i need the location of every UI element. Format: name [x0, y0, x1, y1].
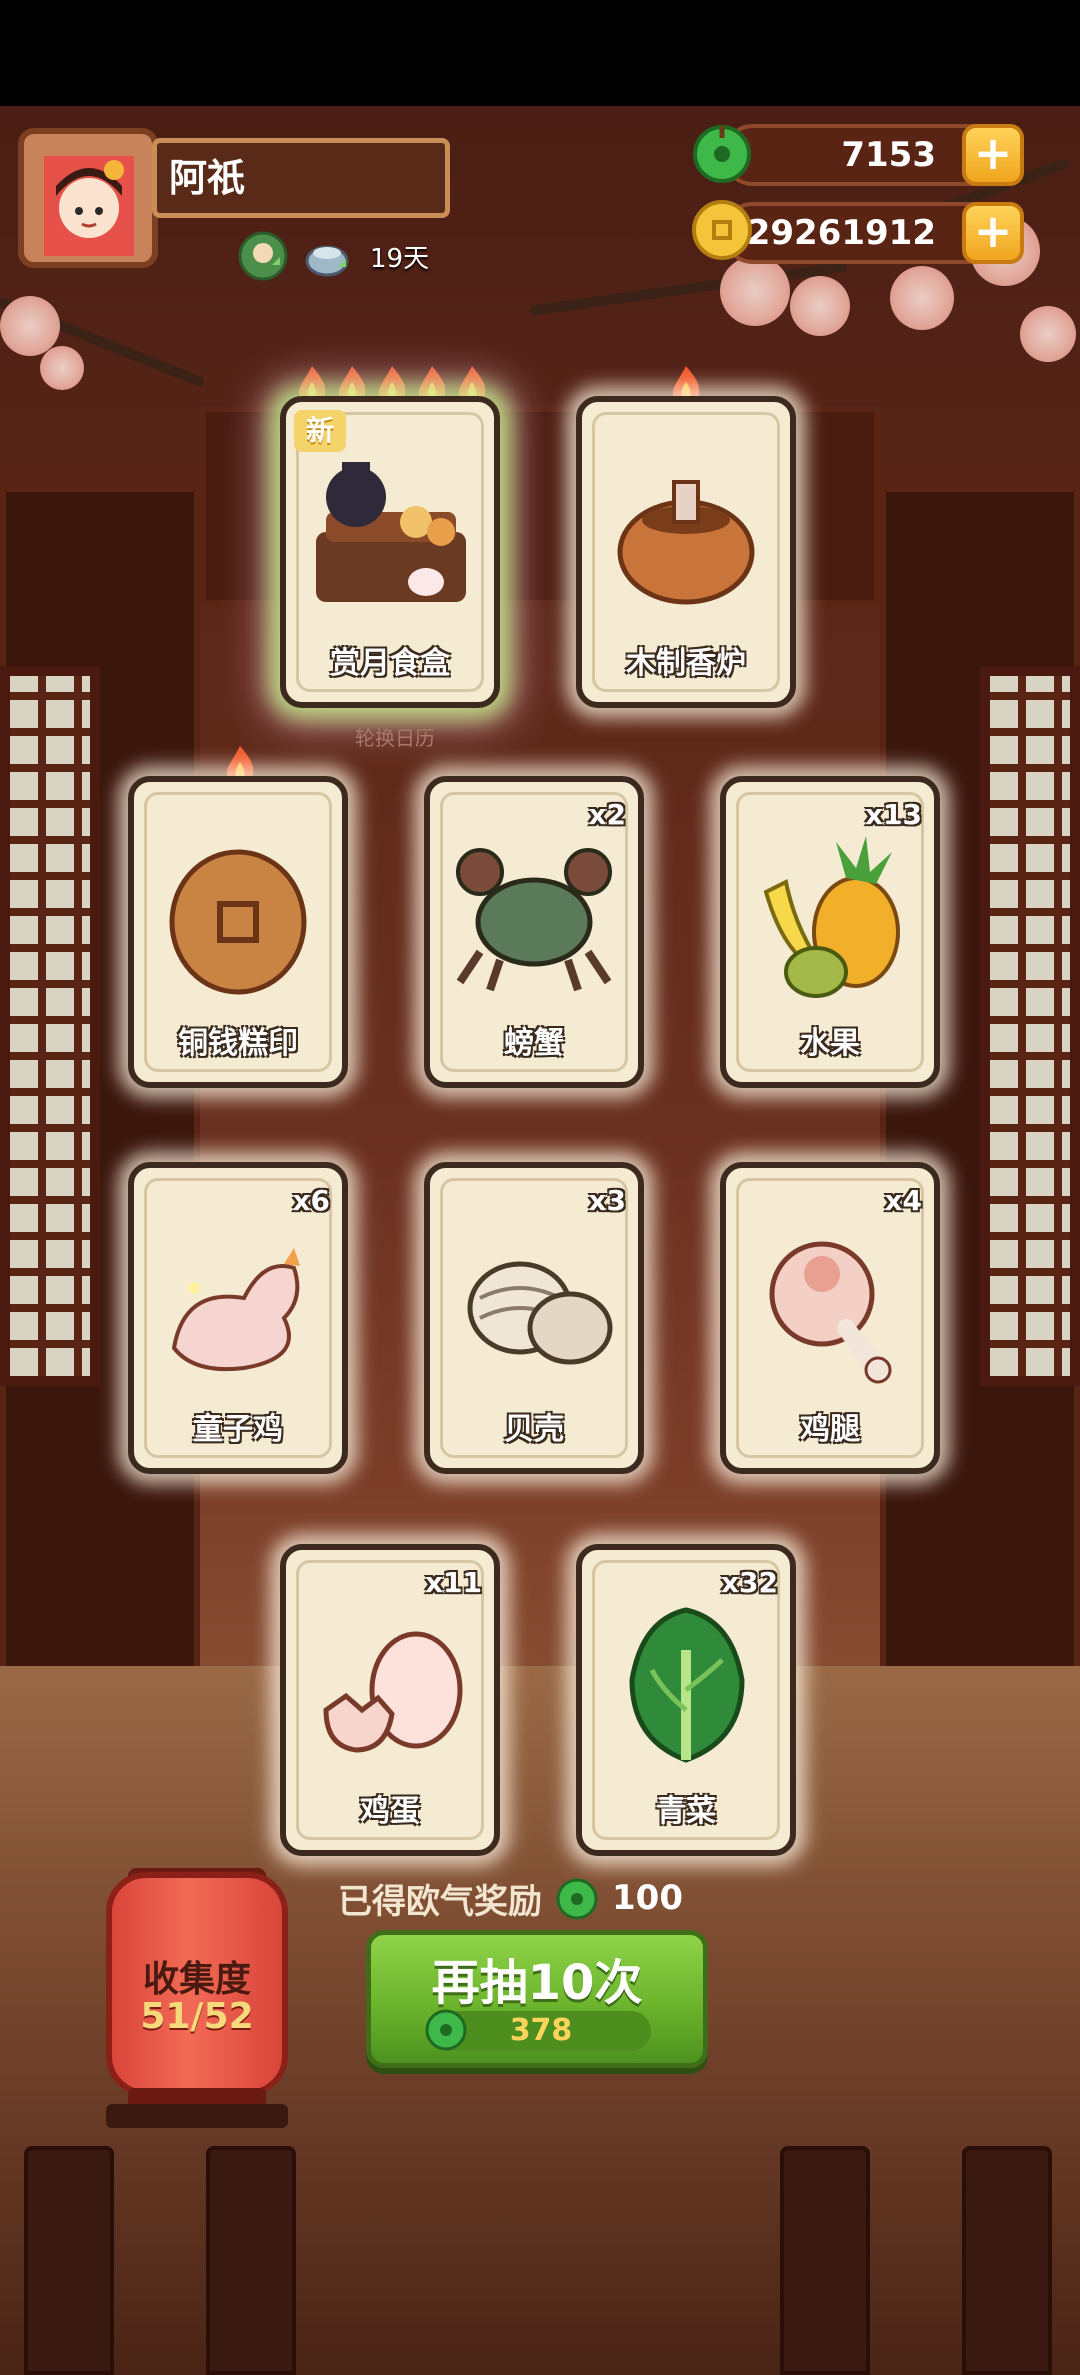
card-egg[interactable]: x11 鸡蛋 [280, 1544, 500, 1856]
player-avatar[interactable] [18, 128, 158, 268]
add-gold-button[interactable]: + [962, 202, 1024, 264]
player-status-row: 19天 [238, 228, 429, 284]
card-label: 贝壳 [504, 1412, 564, 1447]
collection-title: 收集度 [142, 1959, 251, 2000]
fence-post [24, 2146, 114, 2375]
card-greens[interactable]: x32 青菜 [576, 1544, 796, 1856]
egg-icon [323, 1631, 463, 1753]
card-label: 木制香炉 [626, 646, 746, 681]
card-label: 童子鸡 [193, 1412, 283, 1447]
blossom [40, 346, 84, 390]
gold-coin-icon [692, 200, 752, 260]
blossom [790, 276, 850, 336]
card-label: 鸡腿 [800, 1412, 860, 1447]
avatar-character-icon [44, 156, 134, 256]
card-label: 鸡蛋 [360, 1794, 420, 1829]
blossom [890, 266, 954, 330]
greens-icon [629, 1607, 745, 1763]
wooden-incense-burner-icon [617, 480, 755, 605]
character-badge-icon[interactable] [238, 231, 288, 281]
jade-value: 7153 [841, 135, 936, 175]
fruit-icon [763, 836, 900, 998]
gold-value: 29261912 [746, 213, 936, 253]
coin-cake-mold-icon [169, 849, 307, 995]
jade-coin-icon [425, 2009, 467, 2051]
card-label: 螃蟹 [504, 1026, 564, 1061]
mooncake-food-box-icon [316, 462, 466, 602]
days-counter: 19天 [370, 243, 430, 274]
draw-again-button[interactable]: 再抽10次 378 [366, 1930, 708, 2068]
pot-badge-icon[interactable] [302, 231, 352, 281]
card-shell[interactable]: x3 贝壳 [424, 1162, 644, 1474]
fence-post [780, 2146, 870, 2375]
crab-icon [456, 848, 612, 992]
fence-post [962, 2146, 1052, 2375]
left-window [0, 666, 100, 1386]
draw-again-label: 再抽10次 [431, 1955, 643, 2011]
chicken-leg-icon [769, 1241, 892, 1384]
card-coin-cake-mold[interactable]: 铜钱糕印 [128, 776, 348, 1088]
card-spring-chicken[interactable]: x6 童子鸡 [128, 1162, 348, 1474]
card-label: 水果 [800, 1026, 860, 1061]
blossom [720, 256, 790, 326]
blossom [1020, 306, 1076, 362]
card-label: 青菜 [656, 1794, 716, 1829]
card-chicken-leg[interactable]: x4 鸡腿 [720, 1162, 940, 1474]
fence-post [206, 2146, 296, 2375]
spring-chicken-icon [171, 1248, 300, 1372]
collection-value: 51/52 [140, 1996, 254, 2037]
reward-label: 已得欧气奖励 [338, 1881, 542, 1922]
right-window [980, 666, 1080, 1386]
card-wooden-incense-burner[interactable]: 木制香炉 [576, 396, 796, 708]
reward-amount: 100 [612, 1878, 683, 1918]
card-label: 赏月食盒 [330, 646, 450, 681]
jade-coin-icon [693, 125, 751, 183]
jade-coin-icon [556, 1878, 598, 1920]
player-name: 阿祇 [152, 138, 450, 218]
card-label: 铜钱糕印 [178, 1026, 298, 1061]
add-jade-button[interactable]: + [962, 124, 1024, 186]
card-fruit[interactable]: x13 水果 [720, 776, 940, 1088]
card-crab[interactable]: x2 螃蟹 [424, 776, 644, 1088]
shell-icon [467, 1261, 613, 1365]
rotation-calendar-label[interactable]: 轮换日历 [310, 722, 480, 751]
card-mooncake-box[interactable]: 新 赏月食盒 [280, 396, 500, 708]
blossom [0, 296, 60, 356]
lantern-stand [106, 2104, 288, 2128]
luck-reward-row: 已得欧气奖励 100 [338, 1870, 683, 1926]
